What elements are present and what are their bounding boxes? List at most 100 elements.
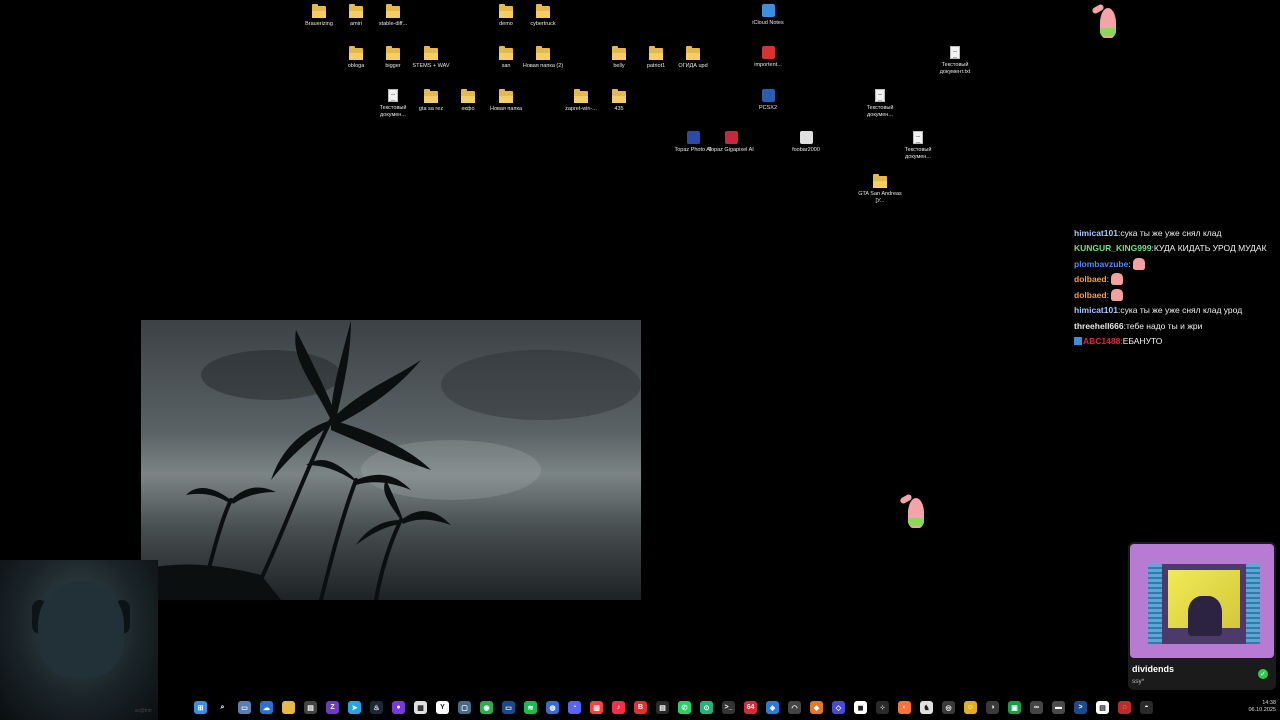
desktop-icon[interactable]: foobar2000 <box>783 131 829 154</box>
app-icon[interactable]: ♞ <box>920 701 933 714</box>
track-title: dividends <box>1132 664 1175 674</box>
chat-separator: : <box>1128 258 1131 269</box>
search-icon[interactable]: ⌕ <box>216 701 229 714</box>
chat-message-text: КУДА КИДАТЬ УРОД МУДАК <box>1153 243 1267 254</box>
video-player[interactable] <box>141 320 641 600</box>
app-icon[interactable]: ▬ <box>1052 701 1065 714</box>
desktop-icon[interactable]: cybertruck <box>520 4 566 28</box>
terminal-icon[interactable]: >_ <box>722 701 735 714</box>
system-clock[interactable]: 14:38 06.10.2025 <box>1248 700 1276 714</box>
desktop-icon-label: PCSX2 <box>758 105 778 111</box>
desktop-icon[interactable]: Новая папка <box>483 89 529 113</box>
steam-icon[interactable]: ♨ <box>370 701 383 714</box>
app-icon[interactable]: ◌ <box>1118 701 1131 714</box>
app-icon[interactable]: ⁘ <box>876 701 889 714</box>
desktop-icon[interactable]: STEMS + WAV <box>408 46 454 70</box>
app-icon[interactable]: ▤ <box>1096 701 1109 714</box>
check-icon: ✓ <box>1258 669 1268 679</box>
app-icon[interactable]: ● <box>392 701 405 714</box>
desktop-icon[interactable]: Topaz Gigapixel AI <box>708 131 754 154</box>
desktop-icon[interactable]: Новая папка (2) <box>520 46 566 70</box>
clock-time: 14:38 <box>1262 700 1276 706</box>
desktop-icon[interactable]: stable-diff... <box>370 4 416 28</box>
desktop-icon[interactable]: Текстовый докумен... <box>895 131 941 161</box>
desktop-icon[interactable]: importent... <box>745 46 791 69</box>
desktop-icon-label: obloga <box>347 63 365 69</box>
app-icon[interactable]: ◆ <box>810 701 823 714</box>
patrick-sprite-top <box>1091 2 1120 40</box>
chat-username[interactable]: KUNGUR_KING999 <box>1074 243 1151 253</box>
folder-icon <box>386 4 400 18</box>
app-icon[interactable]: ◑ <box>986 701 999 714</box>
app-icon[interactable]: ◍ <box>546 701 559 714</box>
foobar-icon <box>799 131 813 144</box>
music-icon[interactable]: ♪ <box>612 701 625 714</box>
chat-message: ABC1488: ЕБАНУТО <box>1074 334 1280 350</box>
palm-trees-silhouette <box>141 320 451 600</box>
desktop-icon[interactable]: 435 <box>596 89 642 113</box>
folder-icon <box>536 46 550 60</box>
app-icon[interactable]: ◓ <box>1140 701 1153 714</box>
vscode-icon[interactable]: ◈ <box>766 701 779 714</box>
app-icon[interactable]: ◇ <box>832 701 845 714</box>
widgets-icon[interactable]: ☁ <box>260 701 273 714</box>
now-playing-card[interactable]: dividends ssy* ✓ <box>1128 542 1276 690</box>
desktop-icon-label: Текстовый докумен... <box>866 105 894 118</box>
desktop-icon-label: GTA San Andreas [У... <box>858 191 902 204</box>
file-explorer-icon[interactable] <box>282 701 295 714</box>
telegram-icon[interactable]: ➤ <box>348 701 361 714</box>
app-icon[interactable]: ▢ <box>458 701 471 714</box>
powershell-icon[interactable]: > <box>1074 701 1087 714</box>
speedometer-icon[interactable]: ◠ <box>788 701 801 714</box>
start-icon[interactable]: ⊞ <box>194 701 207 714</box>
chat-message: plombavzube: <box>1074 256 1280 272</box>
spotify-icon[interactable]: ≋ <box>524 701 537 714</box>
app-icon[interactable]: ∞ <box>1030 701 1043 714</box>
chat-username[interactable]: plombavzube <box>1074 259 1128 269</box>
chat-badge-icon <box>1074 337 1082 346</box>
desktop-icon[interactable]: Текстовый документ.txt <box>932 46 978 76</box>
folder-icon <box>499 46 513 60</box>
yandex-icon[interactable]: Y <box>436 701 449 714</box>
discord-icon[interactable]: ◔ <box>568 701 581 714</box>
app-icon[interactable]: ◼ <box>854 701 867 714</box>
app-icon[interactable]: B <box>634 701 647 714</box>
desktop-icon[interactable]: Текстовый докумен... <box>857 89 903 119</box>
album-cover <box>1130 544 1274 658</box>
whatsapp-icon[interactable]: ✆ <box>678 701 691 714</box>
app-icon[interactable]: 64 <box>744 701 757 714</box>
taskbar: 14:38 06.10.2025 ⊞ ⌕ ▭ ☁ ▤ Z ➤ ♨ ● ▦ Y ▢ ◉ ▭ ≋ ◍ ◔ ▥ ♪ B ▤ ✆ ⊙… <box>190 696 1280 720</box>
chat-username[interactable]: threehell666 <box>1074 321 1124 331</box>
desktop-icon-label: Topaz Gigapixel AI <box>708 147 754 153</box>
desktop-icon[interactable]: iCloud Notes <box>745 4 791 27</box>
app-icon[interactable]: ▤ <box>304 701 317 714</box>
firefox-icon[interactable]: ◐ <box>898 701 911 714</box>
folder-icon <box>873 174 887 188</box>
chat-username[interactable]: himicat101 <box>1074 228 1118 238</box>
chat-username[interactable]: himicat101 <box>1074 305 1118 315</box>
app-icon[interactable]: ▤ <box>656 701 669 714</box>
desktop-icon-label: importent... <box>754 62 782 68</box>
desktop-icon[interactable]: GTA San Andreas [У... <box>857 174 903 205</box>
folder-icon <box>424 89 438 103</box>
desktop-icon[interactable]: PCSX2 <box>745 89 791 112</box>
chat-message-text: тебе надо ты и жри <box>1126 320 1203 331</box>
chrome-icon[interactable]: ◉ <box>480 701 493 714</box>
task-view-icon[interactable]: ▭ <box>238 701 251 714</box>
chat-username[interactable]: ABC1488 <box>1083 336 1120 346</box>
chat-username[interactable]: dolbaed <box>1074 274 1107 284</box>
app-icon[interactable]: ▣ <box>1008 701 1021 714</box>
app-icon[interactable]: ⊙ <box>700 701 713 714</box>
app-icon[interactable]: ▥ <box>590 701 603 714</box>
calendar-icon[interactable]: ▦ <box>414 701 427 714</box>
app-icon[interactable]: ☺ <box>964 701 977 714</box>
app-icon[interactable]: ◎ <box>942 701 955 714</box>
desktop-icon[interactable]: ОГИДА upd <box>670 46 716 70</box>
patrick-sprite-middle <box>899 492 928 530</box>
obs-icon[interactable]: Z <box>326 701 339 714</box>
folder-icon <box>349 46 363 60</box>
folder-icon <box>686 46 700 60</box>
desktop-icon-label: belly <box>613 63 625 69</box>
app-icon[interactable]: ▭ <box>502 701 515 714</box>
chat-username[interactable]: dolbaed <box>1074 290 1107 300</box>
